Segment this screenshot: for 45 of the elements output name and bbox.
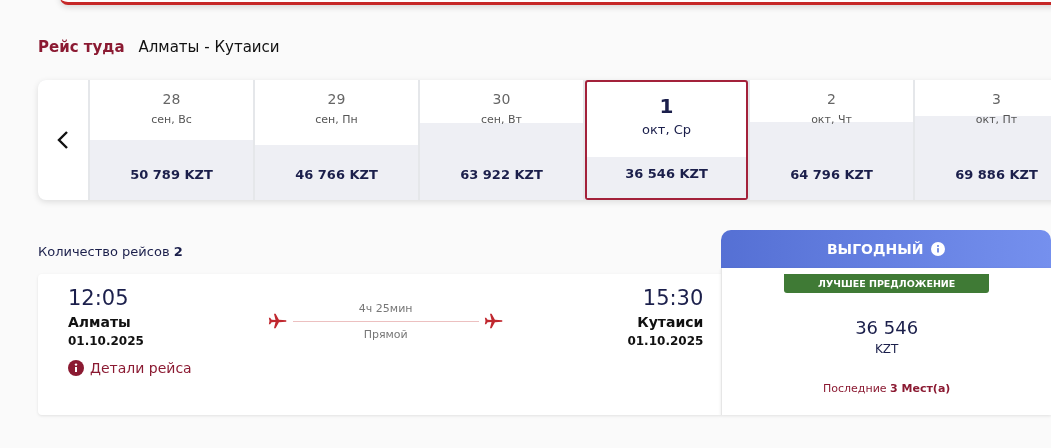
day-label: окт, Чт [810,113,853,126]
section-title: Рейс туда [38,38,125,56]
day-label: окт, Пт [974,113,1019,126]
date-tab[interactable]: 1 окт, Ср 36 546 KZT [585,80,748,200]
date-tab[interactable]: 29 сен, Пн 46 766 KZT [255,80,418,200]
day-label: окт, Ср [641,122,692,137]
day-price: 50 789 KZT [129,167,214,182]
day-price: 46 766 KZT [294,167,379,182]
seats-left-note: Последние 3 Мест(а) [823,382,951,395]
departure-time: 12:05 [68,286,130,310]
date-tab[interactable]: 28 сен, Вс 50 789 KZT [90,80,253,200]
date-tab[interactable]: 3 окт, Пт 69 886 KZT [915,80,1051,200]
departure-date: 01.10.2025 [68,334,144,348]
arrival-date: 01.10.2025 [627,334,704,348]
fare-header[interactable]: ВЫГОДНЫЙ [721,230,1051,268]
day-number: 29 [326,91,347,107]
date-tab[interactable]: 2 окт, Чт 64 796 KZT [750,80,913,200]
day-number: 28 [161,91,182,107]
day-number: 2 [826,91,837,107]
arrival-city: Кутаиси [637,314,704,330]
day-number: 3 [991,91,1002,107]
day-label: сен, Пн [314,113,359,126]
day-price: 69 886 KZT [954,167,1039,182]
day-price: 36 546 KZT [624,166,709,181]
flight-duration: 4ч 25мин [358,301,413,315]
arrival-time: 15:30 [642,286,704,310]
info-icon [68,360,84,376]
date-tab[interactable]: 30 сен, Вт 63 922 KZT [420,80,583,200]
day-label: сен, Вс [150,113,193,126]
day-number: 1 [658,94,675,118]
chevron-left-icon [57,130,69,150]
best-offer-badge: ЛУЧШЕЕ ПРЕДЛОЖЕНИЕ [784,274,990,293]
fare-price: 36 546 [855,317,919,338]
previous-button[interactable] [38,80,88,200]
fare-currency: KZT [874,342,899,356]
day-price: 64 796 KZT [789,167,874,182]
day-price: 63 922 KZT [459,167,544,182]
flights-count: Количество рейсов 2 [38,244,183,259]
day-label: сен, Вт [480,113,523,126]
departure-city: Алматы [68,314,132,330]
route-label: Алматы - Кутаиси [138,38,280,56]
flight-details-link[interactable]: Детали рейса [68,360,704,376]
info-icon [931,242,946,256]
stops-label: Прямой [363,327,408,341]
day-number: 30 [491,91,512,107]
